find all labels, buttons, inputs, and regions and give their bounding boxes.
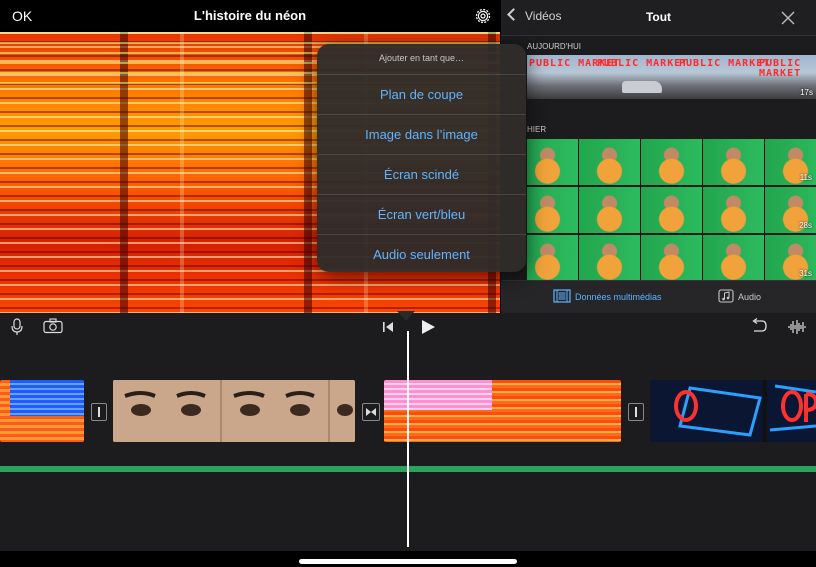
- sign-text: PUBLIC MARKET: [679, 58, 771, 69]
- transition-button[interactable]: [91, 403, 107, 421]
- clip-thumbnail: [527, 139, 579, 185]
- clip-duration: 28s: [799, 221, 812, 230]
- media-browser: Vidéos Tout AUJOURD'HUI PUBLIC MARKET PU…: [501, 0, 816, 314]
- clip-thumbnail: [527, 235, 579, 281]
- gear-icon[interactable]: [474, 7, 492, 25]
- browser-header: Vidéos Tout: [501, 0, 816, 36]
- media-clip-row[interactable]: 31s: [527, 235, 816, 281]
- transition-bowtie-button[interactable]: [362, 403, 380, 421]
- timeline-clip-eyes[interactable]: [113, 380, 355, 442]
- blue-neon: [10, 380, 84, 416]
- clip-thumbnail: [641, 139, 703, 185]
- home-indicator: [299, 559, 517, 564]
- clip-thumbnail: [703, 235, 765, 281]
- film-icon: [553, 289, 571, 303]
- undo-icon[interactable]: [750, 318, 768, 334]
- microphone-icon[interactable]: [10, 318, 24, 336]
- tab-audio[interactable]: Audio: [718, 289, 761, 303]
- menu-item-green-blue-screen[interactable]: Écran vert/bleu: [317, 194, 526, 234]
- menu-item-picture-in-picture[interactable]: Image dans l’image: [317, 114, 526, 154]
- media-clip-today[interactable]: PUBLIC MARKET PUBLIC MARKET PUBLIC MARKE…: [527, 55, 816, 99]
- tab-media-label: Données multimédias: [575, 292, 662, 302]
- clip-thumbnail: [641, 235, 703, 281]
- clip-thumbnail: [579, 139, 641, 185]
- media-clip-row[interactable]: 11s: [527, 139, 816, 185]
- play-icon[interactable]: [420, 319, 436, 335]
- skip-to-start-icon[interactable]: [382, 321, 394, 333]
- top-bar: OK L'histoire du néon: [0, 0, 500, 32]
- clip-thumbnail: [703, 187, 765, 233]
- eyes-frames: [113, 380, 355, 442]
- close-icon[interactable]: [781, 11, 795, 25]
- clip-duration: 17s: [800, 88, 813, 97]
- media-clip-row[interactable]: 28s: [527, 187, 816, 233]
- browser-tabs: Données multimédias Audio: [501, 280, 816, 314]
- clip-thumbnail: [703, 139, 765, 185]
- pink-neon: [384, 380, 492, 410]
- popover-header: Ajouter en tant que…: [378, 53, 465, 63]
- waveform-icon[interactable]: [787, 319, 807, 335]
- open-sign-frames: [650, 380, 816, 442]
- browser-title: Tout: [645, 10, 672, 24]
- tab-audio-label: Audio: [738, 292, 762, 302]
- clip-thumbnail: [579, 187, 641, 233]
- sign-text: PUBLIC MARKET: [759, 58, 802, 79]
- project-title: L'histoire du néon: [193, 8, 307, 23]
- clip-thumbnail: [579, 235, 641, 281]
- timeline-clip-neon-sign[interactable]: [650, 380, 816, 442]
- clip-thumbnail: [641, 187, 703, 233]
- music-note-icon: [718, 289, 734, 303]
- sign-text: PUBLIC MARKET: [597, 58, 689, 69]
- menu-item-split-screen[interactable]: Écran scindé: [317, 154, 526, 194]
- tab-media[interactable]: Données multimédias: [553, 289, 662, 303]
- menu-item-cutaway[interactable]: Plan de coupe: [317, 74, 526, 114]
- timeline-clip[interactable]: [0, 380, 84, 442]
- camera-icon[interactable]: [43, 318, 63, 334]
- clip-duration: 31s: [799, 269, 812, 278]
- clip-thumbnail: [527, 187, 579, 233]
- section-today: AUJOURD'HUI: [527, 42, 581, 51]
- clip-duration: 11s: [799, 173, 812, 182]
- menu-item-audio-only[interactable]: Audio seulement: [317, 234, 526, 274]
- playhead[interactable]: [407, 331, 409, 547]
- transition-button[interactable]: [628, 403, 644, 421]
- section-yesterday: HIER: [527, 125, 547, 134]
- popover-arrow: [397, 311, 415, 321]
- car-silhouette: [622, 81, 662, 93]
- bowtie-icon: [366, 408, 376, 416]
- timeline-clip-neon[interactable]: [384, 380, 621, 442]
- add-as-popover: Ajouter en tant que… Plan de coupe Image…: [317, 44, 526, 272]
